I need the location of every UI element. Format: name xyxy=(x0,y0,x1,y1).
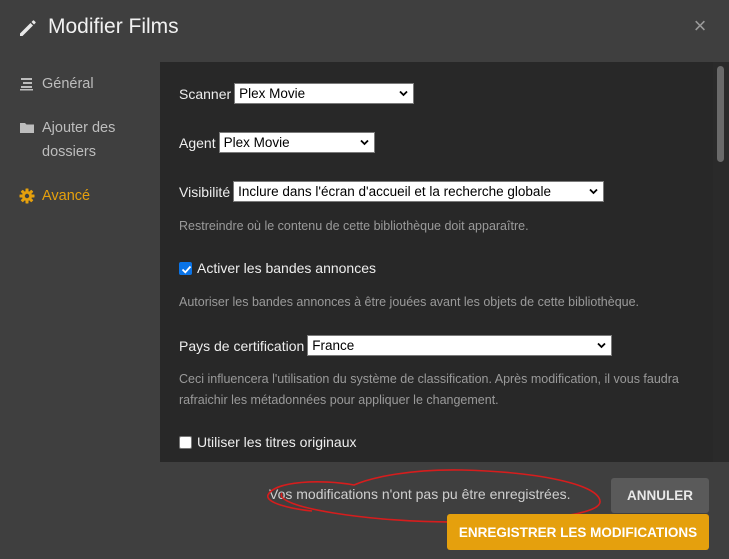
certification-value: France xyxy=(312,338,355,353)
trailers-row: Activer les bandes annonces xyxy=(179,260,376,276)
lines-icon xyxy=(19,76,35,92)
dialog-title: Modifier Films xyxy=(48,15,179,38)
sidebar-item-label: Avancé xyxy=(42,188,91,204)
sidebar-item-label: Ajouter des dossiers xyxy=(42,120,116,160)
sidebar-item-advanced[interactable]: Avancé xyxy=(19,184,149,208)
settings-sidebar: Général Ajouter des dossiers Avancé xyxy=(0,56,160,462)
error-message: Vos modifications n'ont pas pu être enre… xyxy=(269,486,571,502)
panel-scrollbar[interactable] xyxy=(713,62,729,462)
agent-value: Plex Movie xyxy=(223,135,290,150)
trailers-checkbox[interactable] xyxy=(179,261,192,275)
gear-icon xyxy=(19,188,35,204)
original-titles-label[interactable]: Utiliser les titres originaux xyxy=(197,434,357,450)
agent-row: Agent Plex Movie xyxy=(179,132,375,153)
cancel-button[interactable]: ANNULER xyxy=(611,478,709,513)
scanner-label: Scanner xyxy=(179,85,232,102)
trailers-label[interactable]: Activer les bandes annonces xyxy=(197,260,376,276)
certification-row: Pays de certification France xyxy=(179,335,613,356)
save-changes-button[interactable]: ENREGISTRER LES MODIFICATIONS xyxy=(447,514,709,550)
chevron-down-icon xyxy=(589,188,598,195)
close-icon[interactable]: × xyxy=(691,15,709,37)
visibility-select[interactable]: Inclure dans l'écran d'accueil et la rec… xyxy=(233,181,605,202)
certification-select[interactable]: France xyxy=(307,335,613,356)
original-titles-checkbox[interactable] xyxy=(179,435,192,449)
edit-library-dialog: Modifier Films × Général Ajouter des dos xyxy=(0,0,729,559)
scanner-select[interactable]: Plex Movie xyxy=(234,83,415,104)
sidebar-item-add-folders[interactable]: Ajouter des dossiers xyxy=(19,116,149,164)
visibility-label: Visibilité xyxy=(179,183,231,200)
visibility-hint: Restreindre où le contenu de cette bibli… xyxy=(179,219,529,233)
scanner-value: Plex Movie xyxy=(239,86,306,101)
agent-select[interactable]: Plex Movie xyxy=(218,132,375,153)
advanced-settings-panel: Scanner Plex Movie Agent Plex Movie Visi… xyxy=(160,62,713,462)
original-titles-row: Utiliser les titres originaux xyxy=(179,434,357,450)
sidebar-item-general[interactable]: Général xyxy=(19,72,149,96)
visibility-value: Inclure dans l'écran d'accueil et la rec… xyxy=(238,184,551,199)
pencil-icon xyxy=(18,18,38,38)
chevron-down-icon xyxy=(597,342,606,349)
chevron-down-icon xyxy=(359,139,369,146)
sidebar-item-label: Général xyxy=(42,76,94,92)
agent-label: Agent xyxy=(179,134,216,151)
checkmark-icon xyxy=(181,265,192,274)
visibility-row: Visibilité Inclure dans l'écran d'accuei… xyxy=(179,181,605,202)
certification-hint: Ceci influencera l'utilisation du systèm… xyxy=(179,372,679,407)
scanner-row: Scanner Plex Movie xyxy=(179,83,415,104)
scrollbar-thumb[interactable] xyxy=(717,66,724,162)
folder-icon xyxy=(19,120,35,136)
trailers-hint: Autoriser les bandes annonces à être jou… xyxy=(179,295,640,309)
dialog-header: Modifier Films × xyxy=(0,0,729,56)
chevron-down-icon xyxy=(399,90,408,97)
certification-label: Pays de certification xyxy=(179,337,305,354)
